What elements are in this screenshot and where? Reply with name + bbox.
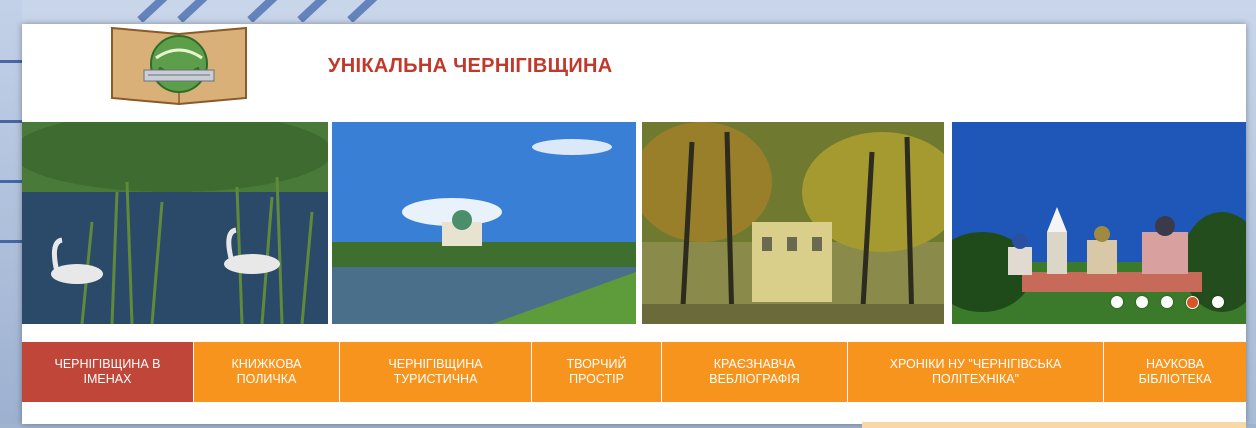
main-navigation: ЧЕРНІГІВЩИНА В ІМЕНАХ КНИЖКОВА ПОЛИЧКА Ч… [22,342,1246,402]
content-area [22,402,1246,424]
cathedral-slide[interactable] [952,122,1246,324]
autumn-park-slide[interactable] [642,122,944,324]
nav-item-knyzhkova-polychka[interactable]: КНИЖКОВА ПОЛИЧКА [194,342,340,402]
slider-dot-2[interactable] [1136,296,1148,308]
slider-dot-5[interactable] [1212,296,1224,308]
side-widget-top [862,422,1246,428]
nav-item-chernihivshchyna-turystychna[interactable]: ЧЕРНІГІВЩИНА ТУРИСТИЧНА [340,342,532,402]
image-slider[interactable] [22,122,1246,324]
site-header: УНІКАЛЬНА ЧЕРНІГІВЩИНА [22,24,1246,124]
library-book-globe-logo[interactable] [104,24,254,106]
nav-item-naukova-biblioteka[interactable]: НАУКОВА БІБЛІОТЕКА [1104,342,1246,402]
slider-dot-4-active[interactable] [1186,296,1199,309]
website-page: УНІКАЛЬНА ЧЕРНІГІВЩИНА ЧЕРНІГІВЩИНА В ІМ… [22,24,1246,428]
nav-item-khroniky-nu[interactable]: ХРОНІКИ НУ "ЧЕРНІГІВСЬКА ПОЛІТЕХНІКА" [848,342,1104,402]
nav-item-chernihivshchyna-v-imenakh[interactable]: ЧЕРНІГІВЩИНА В ІМЕНАХ [22,342,194,402]
slider-dot-1[interactable] [1111,296,1123,308]
left-edge-strip [0,0,22,424]
nav-item-kraieznavcha-vebliohrafiia[interactable]: КРАЄЗНАВЧА ВЕБЛІОГРАФІЯ [662,342,848,402]
slider-dot-3[interactable] [1161,296,1173,308]
site-title: УНІКАЛЬНА ЧЕРНІГІВЩИНА [328,55,613,77]
river-monastery-slide[interactable] [332,122,636,324]
slider-pagination [1111,296,1224,309]
background-decoration [137,0,378,22]
swans-lake-slide[interactable] [22,122,328,324]
nav-item-tvorchyi-prostir[interactable]: ТВОРЧИЙ ПРОСТІР [532,342,662,402]
